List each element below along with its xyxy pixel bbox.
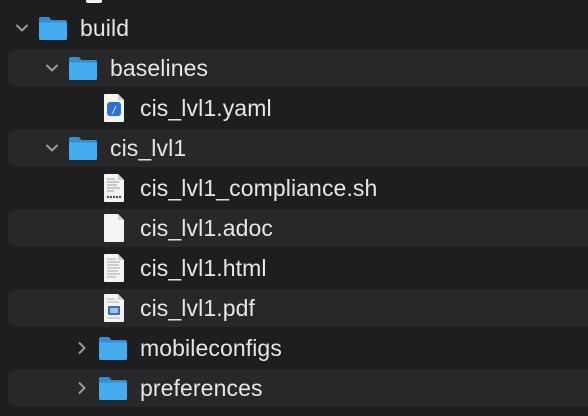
tree-item-label: cis_lvl1.yaml bbox=[140, 94, 272, 121]
tree-item-label: build bbox=[80, 14, 130, 41]
folder-icon bbox=[38, 15, 68, 41]
tree-row-compliance-sh[interactable]: cis_lvl1_compliance.sh bbox=[0, 168, 588, 208]
folder-icon bbox=[98, 335, 128, 361]
tree-row-baselines[interactable]: baselines bbox=[0, 48, 588, 88]
chevron-down-icon[interactable] bbox=[42, 58, 62, 78]
tree-row-pdf[interactable]: cis_lvl1.pdf bbox=[0, 288, 588, 328]
tree-row-adoc[interactable]: cis_lvl1.adoc bbox=[0, 208, 588, 248]
tree-row-yaml[interactable]: / cis_lvl1.yaml bbox=[0, 88, 588, 128]
partial-row-top bbox=[0, 0, 588, 6]
chevron-down-icon[interactable] bbox=[42, 138, 62, 158]
tree-item-label: cis_lvl1.adoc bbox=[140, 214, 273, 241]
shell-script-icon bbox=[102, 173, 126, 203]
tree-item-label: cis_lvl1 bbox=[110, 134, 187, 161]
tree-row-mobileconfigs[interactable]: mobileconfigs bbox=[0, 328, 588, 368]
tree-row-html[interactable]: cis_lvl1.html bbox=[0, 248, 588, 288]
tree-row-cis-lvl1[interactable]: cis_lvl1 bbox=[0, 128, 588, 168]
yaml-file-icon: / bbox=[102, 93, 126, 123]
html-document-icon bbox=[102, 253, 126, 283]
tree-item-label: preferences bbox=[140, 374, 263, 401]
pdf-document-icon bbox=[102, 293, 126, 323]
tree-item-label: cis_lvl1_compliance.sh bbox=[140, 174, 378, 201]
tree-item-label: baselines bbox=[110, 54, 209, 81]
folder-icon bbox=[98, 375, 128, 401]
folder-icon bbox=[68, 55, 98, 81]
tree-item-label: mobileconfigs bbox=[140, 334, 282, 361]
chevron-right-icon[interactable] bbox=[72, 338, 92, 358]
tree-item-label: cis_lvl1.html bbox=[140, 254, 267, 281]
folder-icon bbox=[68, 135, 98, 161]
file-tree: build baselines / cis_lvl1.yaml cis_lvl1… bbox=[0, 0, 588, 416]
partial-row-bottom bbox=[0, 408, 588, 416]
tree-row-build[interactable]: build bbox=[0, 8, 588, 48]
tree-row-preferences[interactable]: preferences bbox=[0, 368, 588, 408]
chevron-down-icon[interactable] bbox=[12, 18, 32, 38]
tree-item-label: cis_lvl1.pdf bbox=[140, 294, 255, 321]
blank-document-icon bbox=[102, 213, 126, 243]
chevron-right-icon[interactable] bbox=[72, 378, 92, 398]
